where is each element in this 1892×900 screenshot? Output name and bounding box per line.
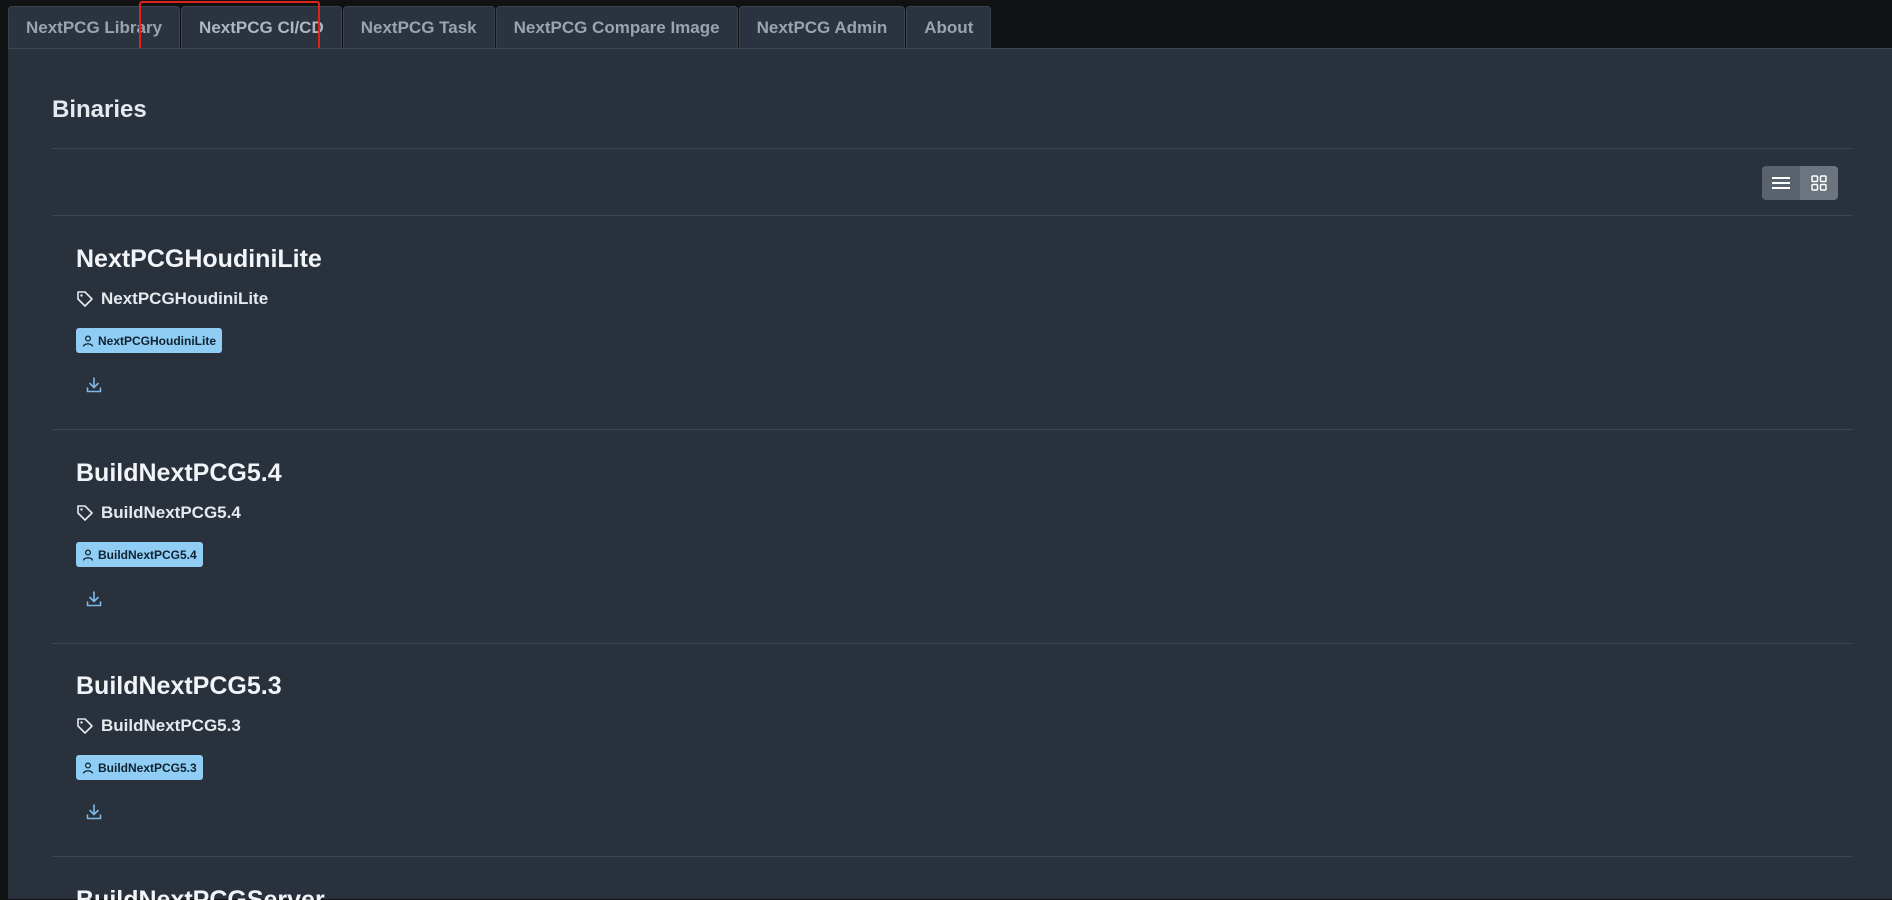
grid-icon <box>1811 175 1827 191</box>
binary-tag: BuildNextPCG5.3 <box>76 716 241 736</box>
tag-icon <box>76 290 94 308</box>
download-button[interactable] <box>85 590 103 608</box>
download-icon <box>86 804 102 820</box>
binary-item: BuildNextPCG5.3 BuildNextPCG5.3 BuildNex… <box>52 643 1853 856</box>
download-button[interactable] <box>85 803 103 821</box>
binary-tag-label: NextPCGHoudiniLite <box>101 289 269 308</box>
main-panel: Binaries NextPCGHoudiniLite NextPCGHoudi… <box>8 48 1892 900</box>
owner-badge: BuildNextPCG5.4 <box>76 542 203 567</box>
tab-bar: NextPCG Library NextPCG CI/CD NextPCG Ta… <box>0 0 1892 53</box>
binary-tag: BuildNextPCG5.4 <box>76 503 241 523</box>
tab-nextpcg-task[interactable]: NextPCG Task <box>342 6 495 48</box>
binary-item: NextPCGHoudiniLite NextPCGHoudiniLite Ne… <box>52 216 1853 429</box>
user-icon <box>82 334 94 347</box>
download-button[interactable] <box>85 376 103 394</box>
binary-title[interactable]: BuildNextPCG5.3 <box>76 672 282 701</box>
owner-badge-label: NextPCGHoudiniLite <box>98 333 217 348</box>
owner-badge-label: BuildNextPCG5.3 <box>98 760 197 775</box>
binary-item: BuildNextPCGServer <box>52 857 1853 900</box>
tab-nextpcg-compare-image[interactable]: NextPCG Compare Image <box>495 6 738 48</box>
user-icon <box>82 548 94 561</box>
binary-tag-label: BuildNextPCG5.3 <box>101 716 241 735</box>
tab-nextpcg-admin[interactable]: NextPCG Admin <box>738 6 906 48</box>
page-title: Binaries <box>52 96 147 123</box>
tab-nextpcg-library[interactable]: NextPCG Library <box>8 6 181 48</box>
list-view-button[interactable] <box>1762 166 1800 200</box>
list-icon <box>1772 177 1790 189</box>
binary-item: BuildNextPCG5.4 BuildNextPCG5.4 BuildNex… <box>52 430 1853 643</box>
tab-about[interactable]: About <box>906 6 992 48</box>
owner-badge: BuildNextPCG5.3 <box>76 755 203 780</box>
binary-title[interactable]: BuildNextPCGServer <box>76 886 325 900</box>
download-icon <box>86 377 102 393</box>
download-icon <box>86 591 102 607</box>
tab-list: NextPCG Library NextPCG CI/CD NextPCG Ta… <box>8 6 992 48</box>
tag-icon <box>76 504 94 522</box>
binary-tag-label: BuildNextPCG5.4 <box>101 503 241 522</box>
binary-tag: NextPCGHoudiniLite <box>76 289 268 309</box>
tag-icon <box>76 717 94 735</box>
owner-badge: NextPCGHoudiniLite <box>76 328 223 353</box>
user-icon <box>82 761 94 774</box>
grid-view-button[interactable] <box>1800 166 1838 200</box>
binary-title[interactable]: BuildNextPCG5.4 <box>76 459 282 488</box>
view-toggle <box>1762 166 1838 200</box>
owner-badge-label: BuildNextPCG5.4 <box>98 547 197 562</box>
title-divider <box>52 148 1853 149</box>
binary-title[interactable]: NextPCGHoudiniLite <box>76 245 322 274</box>
tab-nextpcg-cicd[interactable]: NextPCG CI/CD <box>181 6 342 48</box>
